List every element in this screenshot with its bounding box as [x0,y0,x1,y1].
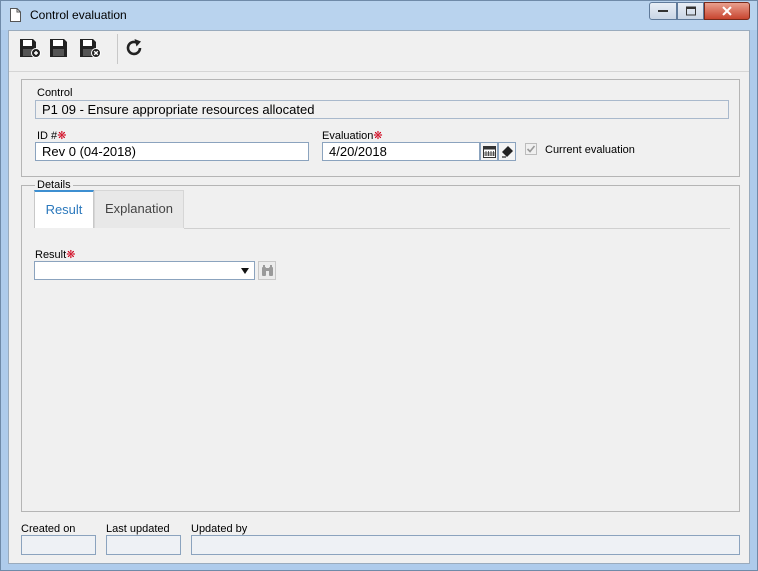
id-label: ID #❋ [37,129,66,142]
required-marker: ❋ [373,130,383,142]
chevron-down-icon [241,268,249,274]
last-updated-field [106,535,181,555]
result-label-text: Result [35,249,67,261]
id-label-text: ID # [37,130,58,142]
save-and-close-button[interactable] [76,35,102,61]
evaluation-label: Evaluation❋ [322,129,383,142]
save-icon [50,39,67,57]
created-on-field [21,535,96,555]
updated-by-label: Updated by [191,523,248,535]
save-and-close-icon [80,39,101,58]
binoculars-icon [262,265,273,276]
tab-result[interactable]: Result [34,190,94,228]
toolbar-separator [117,34,118,64]
clear-date-button[interactable] [498,142,516,161]
created-on-label: Created on [21,523,76,535]
required-marker: ❋ [66,249,76,261]
maximize-button[interactable] [677,2,704,20]
save-and-new-button[interactable] [16,35,42,61]
details-group: Details Result Explanation Result❋ [21,179,740,512]
result-select[interactable] [34,261,255,280]
result-label: Result❋ [35,248,75,261]
toolbar [9,31,749,72]
eraser-icon [502,146,513,158]
title-bar: Control evaluation [1,1,757,30]
last-updated-label: Last updated [106,523,170,535]
evaluation-date-input[interactable]: 4/20/2018 [322,142,480,161]
refresh-icon [126,39,142,56]
current-evaluation-label: Current evaluation [545,144,635,156]
calendar-icon [483,146,496,158]
minimize-icon [658,10,668,12]
calendar-button[interactable] [480,142,498,161]
refresh-button[interactable] [121,35,147,61]
control-field: P1 09 - Ensure appropriate resources all… [35,100,729,119]
close-button[interactable] [704,2,750,20]
evaluation-label-text: Evaluation [322,130,374,142]
required-marker: ❋ [57,130,67,142]
current-evaluation-checkbox[interactable] [525,143,537,155]
window-title: Control evaluation [30,8,127,22]
control-label: Control [37,87,73,99]
maximize-icon [685,6,696,16]
dialog-body: Control P1 09 - Ensure appropriate resou… [8,30,750,564]
save-and-new-icon [20,39,41,58]
close-icon [722,6,732,16]
tab-explanation[interactable]: Explanation [94,190,184,228]
app-window: Control evaluation Control P1 09 - Ensur… [0,0,758,571]
result-search-button[interactable] [258,261,276,280]
id-input[interactable]: Rev 0 (04-2018) [35,142,309,161]
save-button[interactable] [46,35,72,61]
document-icon [10,8,21,22]
updated-by-field [191,535,740,555]
header-group: Control P1 09 - Ensure appropriate resou… [21,79,740,177]
minimize-button[interactable] [649,2,677,20]
tab-strip-divider [184,228,730,229]
